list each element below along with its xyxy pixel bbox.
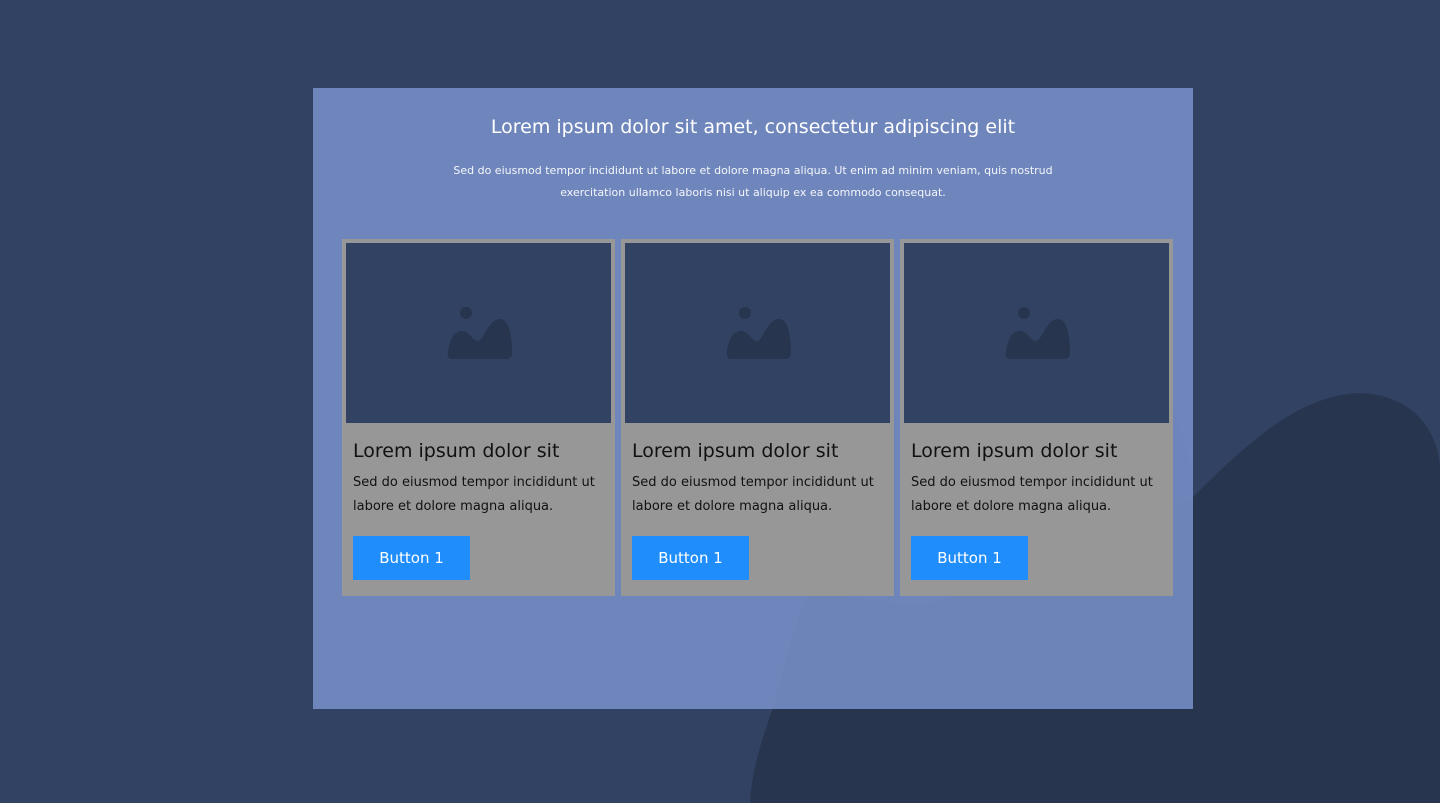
card-title: Lorem ipsum dolor sit bbox=[353, 440, 560, 462]
image-placeholder-icon bbox=[447, 307, 512, 359]
card-button[interactable]: Button 1 bbox=[911, 536, 1028, 580]
card-title: Lorem ipsum dolor sit bbox=[911, 440, 1118, 462]
card-3: Lorem ipsum dolor sit Sed do eiusmod tem… bbox=[900, 239, 1173, 596]
card-description-line: labore et dolore magna aliqua. bbox=[353, 499, 554, 514]
card-description-line: Sed do eiusmod tempor incididunt ut bbox=[632, 475, 874, 490]
panel-title: Lorem ipsum dolor sit amet, consectetur … bbox=[490, 116, 1016, 138]
card-description-line: Sed do eiusmod tempor incididunt ut bbox=[353, 475, 595, 490]
card-1: Lorem ipsum dolor sit Sed do eiusmod tem… bbox=[342, 239, 615, 596]
image-placeholder-icon bbox=[726, 307, 791, 359]
card-button[interactable]: Button 1 bbox=[632, 536, 749, 580]
image-placeholder-icon bbox=[1005, 307, 1070, 359]
card-list: Lorem ipsum dolor sit Sed do eiusmod tem… bbox=[342, 239, 1173, 596]
card-2: Lorem ipsum dolor sit Sed do eiusmod tem… bbox=[621, 239, 894, 596]
card-description-line: labore et dolore magna aliqua. bbox=[911, 499, 1112, 514]
card-body: Lorem ipsum dolor sit Sed do eiusmod tem… bbox=[346, 423, 611, 580]
panel-subtitle-line: Sed do eiusmod tempor incididunt ut labo… bbox=[453, 164, 1053, 177]
card-body: Lorem ipsum dolor sit Sed do eiusmod tem… bbox=[904, 423, 1169, 580]
card-description-line: labore et dolore magna aliqua. bbox=[632, 499, 833, 514]
card-image bbox=[346, 243, 611, 423]
card-description-line: Sed do eiusmod tempor incididunt ut bbox=[911, 475, 1153, 490]
card-image bbox=[625, 243, 890, 423]
card-title: Lorem ipsum dolor sit bbox=[632, 440, 839, 462]
card-image bbox=[904, 243, 1169, 423]
card-description: Sed do eiusmod tempor incididunt ut labo… bbox=[911, 471, 1162, 519]
page-stage: Lorem ipsum dolor sit amet, consectetur … bbox=[0, 0, 1440, 803]
card-description: Sed do eiusmod tempor incididunt ut labo… bbox=[353, 471, 604, 519]
panel-subtitle: Sed do eiusmod tempor incididunt ut labo… bbox=[313, 160, 1193, 204]
card-description: Sed do eiusmod tempor incididunt ut labo… bbox=[632, 471, 883, 519]
card-button[interactable]: Button 1 bbox=[353, 536, 470, 580]
panel-subtitle-line: exercitation ullamco laboris nisi ut ali… bbox=[560, 186, 946, 199]
card-body: Lorem ipsum dolor sit Sed do eiusmod tem… bbox=[625, 423, 890, 580]
